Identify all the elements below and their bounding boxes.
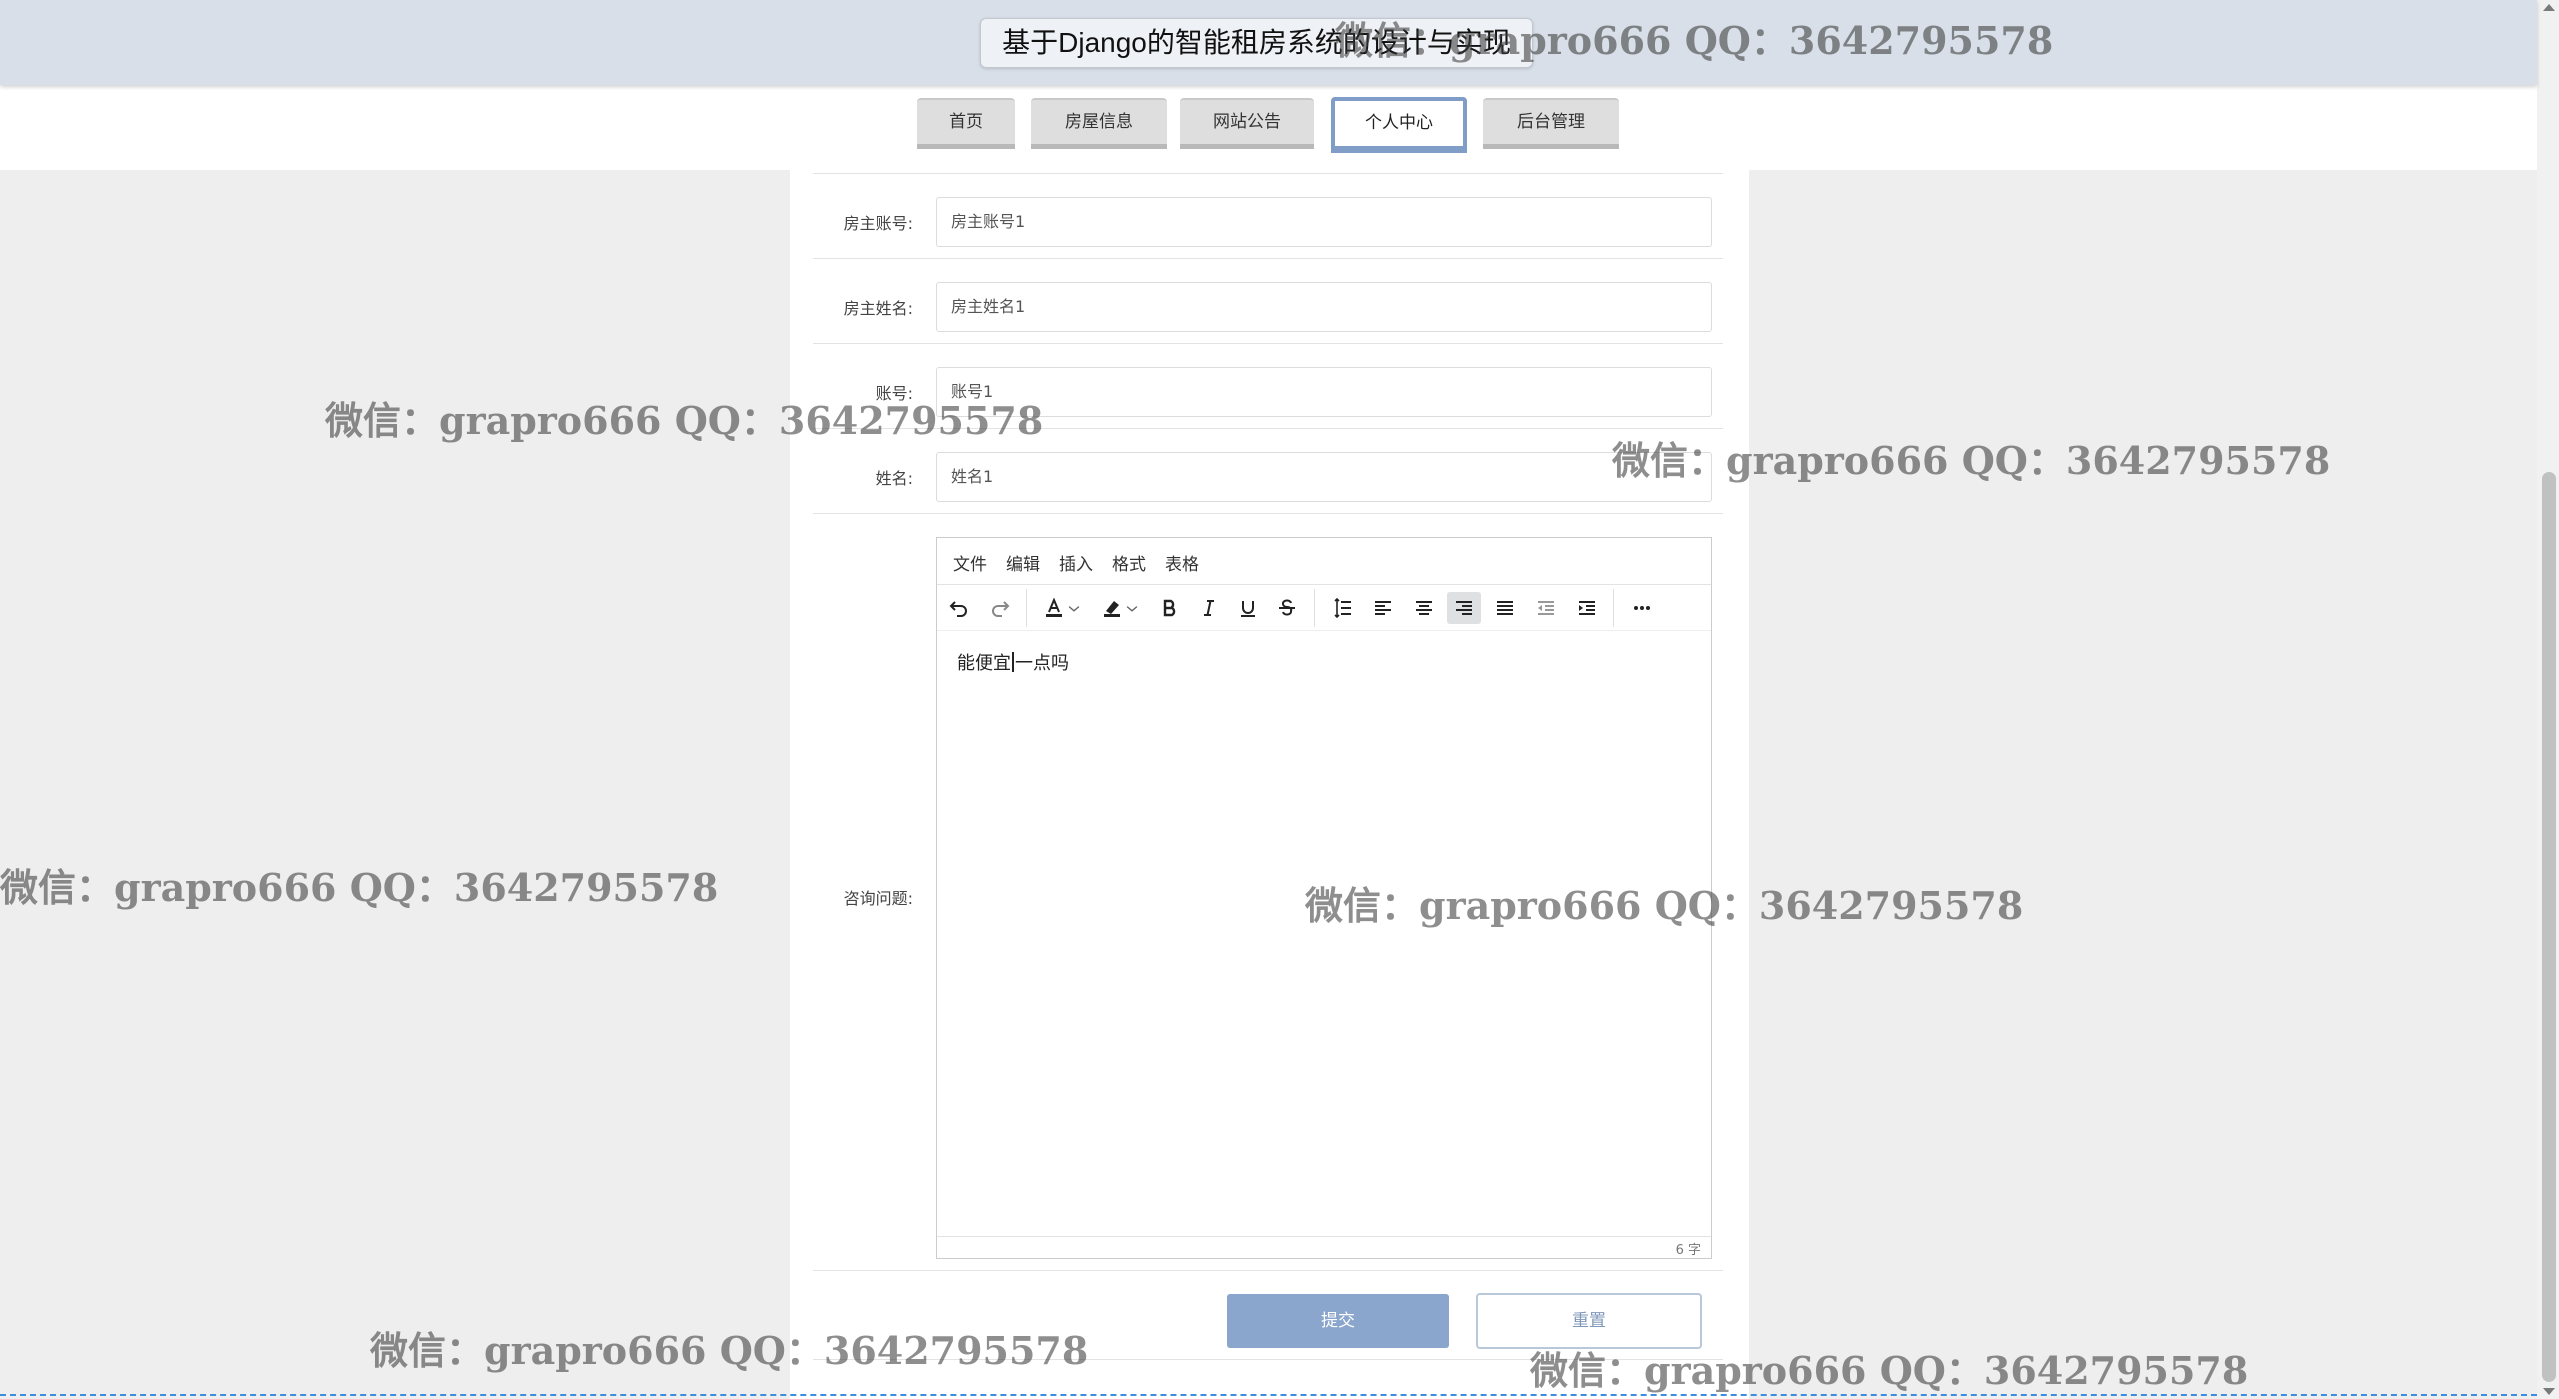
landlord-name-label: 房主姓名:	[843, 299, 913, 318]
toolbar-separator	[1026, 589, 1027, 627]
align-right-icon[interactable]	[1447, 592, 1481, 624]
watermark: 微信：grapro666 QQ：3642795578	[0, 865, 719, 910]
nav-house-info[interactable]: 房屋信息	[1031, 98, 1167, 144]
scrollbar-thumb[interactable]	[2542, 472, 2556, 1382]
scroll-down-icon[interactable]	[2543, 1388, 2555, 1395]
selection-dash-line	[0, 1394, 2537, 1396]
indent-icon[interactable]	[1570, 592, 1604, 624]
outdent-icon[interactable]	[1529, 592, 1563, 624]
menu-insert[interactable]: 插入	[1059, 550, 1093, 575]
align-left-icon[interactable]	[1366, 592, 1400, 624]
reset-button[interactable]: 重置	[1476, 1293, 1702, 1349]
nav-home[interactable]: 首页	[917, 98, 1015, 144]
editor-statusbar: 6 字	[937, 1236, 1711, 1258]
editor-toolbar	[937, 585, 1711, 631]
editor-text-after: 一点吗	[1015, 653, 1069, 674]
landlord-account-label: 房主账号:	[843, 214, 913, 233]
landlord-account-field[interactable]: 房主账号1	[936, 197, 1712, 247]
line-height-icon[interactable]	[1325, 592, 1359, 624]
nav-announcements[interactable]: 网站公告	[1180, 98, 1314, 144]
landlord-name-field[interactable]: 房主姓名1	[936, 282, 1712, 332]
highlight-icon[interactable]	[1095, 592, 1147, 624]
editor-content[interactable]: 能便宜 一点吗	[957, 649, 1069, 675]
toolbar-separator	[1613, 589, 1614, 627]
name-label: 姓名:	[875, 469, 913, 488]
more-icon[interactable]	[1625, 592, 1659, 624]
word-count: 6 字	[1675, 1243, 1701, 1258]
scroll-up-icon[interactable]	[2543, 4, 2555, 11]
bold-icon[interactable]	[1153, 592, 1187, 624]
account-field[interactable]: 账号1	[936, 367, 1712, 417]
row-divider	[813, 1270, 1723, 1271]
question-editor[interactable]: 文件 编辑 插入 格式 表格 能便宜 一点吗 6 字	[936, 537, 1712, 1259]
row-divider	[813, 343, 1723, 344]
row-divider	[813, 173, 1723, 174]
nav-admin[interactable]: 后台管理	[1483, 98, 1619, 144]
account-label: 账号:	[875, 384, 913, 403]
header-bar: 基于Django的智能租房系统的设计与实现	[0, 0, 2537, 85]
question-label: 咨询问题:	[843, 889, 913, 908]
undo-icon[interactable]	[942, 592, 976, 624]
menu-table[interactable]: 表格	[1165, 550, 1199, 575]
menu-file[interactable]: 文件	[953, 550, 987, 575]
row-divider	[813, 513, 1723, 514]
underline-icon[interactable]	[1231, 592, 1265, 624]
main-nav: 首页 房屋信息 网站公告 个人中心 后台管理	[0, 85, 2537, 170]
row-divider	[813, 258, 1723, 259]
redo-icon[interactable]	[983, 592, 1017, 624]
row-divider	[813, 428, 1723, 429]
align-center-icon[interactable]	[1407, 592, 1441, 624]
editor-text-before: 能便宜	[957, 653, 1011, 674]
strikethrough-icon[interactable]	[1270, 592, 1304, 624]
text-color-icon[interactable]	[1037, 592, 1089, 624]
site-title: 基于Django的智能租房系统的设计与实现	[980, 18, 1533, 68]
submit-button[interactable]: 提交	[1227, 1294, 1449, 1348]
name-field[interactable]: 姓名1	[936, 452, 1712, 502]
text-caret	[1012, 652, 1014, 672]
menu-edit[interactable]: 编辑	[1006, 550, 1040, 575]
editor-menubar: 文件 编辑 插入 格式 表格	[937, 538, 1711, 585]
row-divider	[813, 1359, 1723, 1360]
toolbar-separator	[1314, 589, 1315, 627]
italic-icon[interactable]	[1192, 592, 1226, 624]
menu-format[interactable]: 格式	[1112, 550, 1146, 575]
align-justify-icon[interactable]	[1488, 592, 1522, 624]
nav-personal-center[interactable]: 个人中心	[1331, 97, 1467, 153]
